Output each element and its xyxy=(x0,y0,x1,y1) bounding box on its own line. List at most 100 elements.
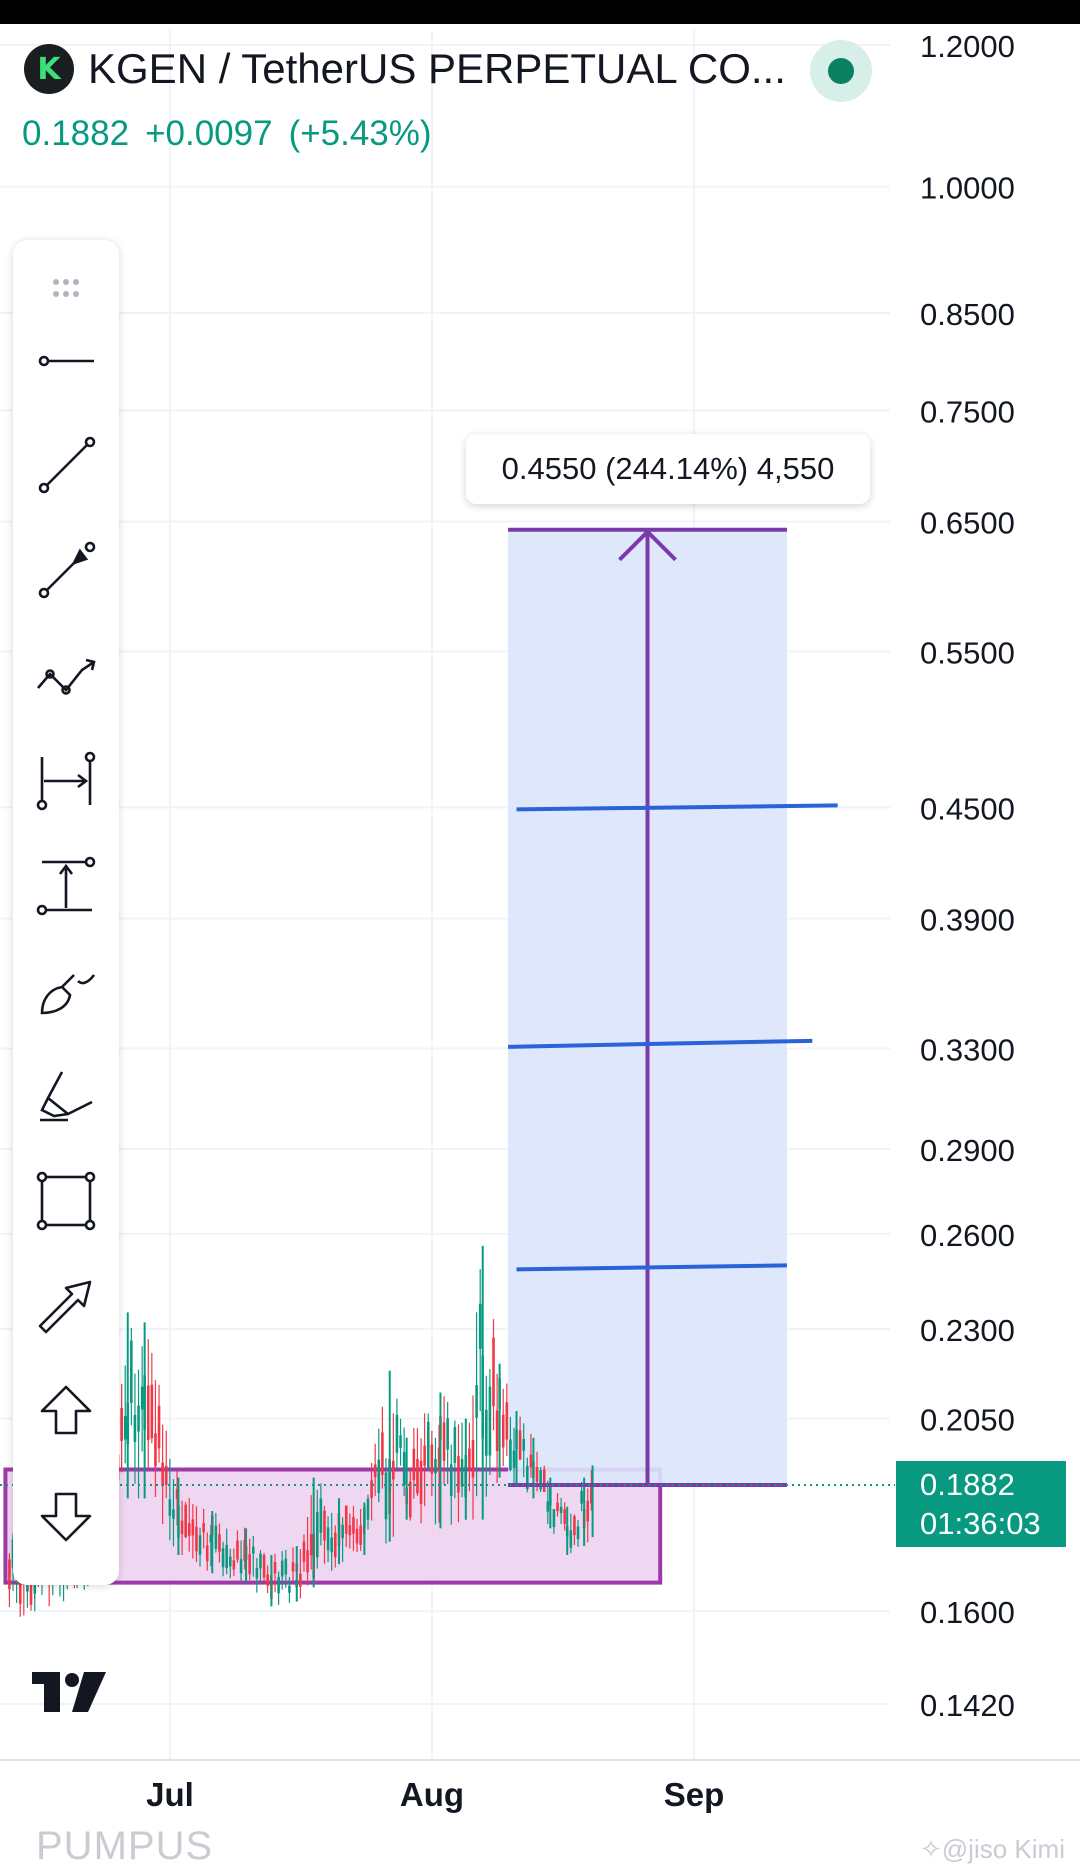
candle-body xyxy=(542,1469,546,1492)
candle-body xyxy=(306,1550,309,1573)
candle-body xyxy=(221,1548,225,1568)
candle-body xyxy=(366,1498,370,1520)
candle-body xyxy=(120,1408,123,1441)
y-axis-label: 0.5500 xyxy=(920,635,1015,670)
candle-body xyxy=(384,1472,388,1520)
candle-body xyxy=(485,1409,488,1456)
candle-body xyxy=(556,1502,559,1512)
drag-handle-icon[interactable] xyxy=(28,254,104,330)
candle-body xyxy=(392,1460,395,1480)
candle-body xyxy=(488,1386,492,1456)
y-axis-label: 0.4500 xyxy=(920,791,1015,826)
candle-body xyxy=(546,1501,550,1512)
credit-text: ✧@jiso Kimi xyxy=(920,1834,1065,1864)
price-range-icon[interactable] xyxy=(28,848,104,924)
candle-body xyxy=(154,1433,157,1467)
highlighter-icon[interactable] xyxy=(28,1058,104,1134)
y-axis-label: 0.3900 xyxy=(920,903,1015,938)
candle-body xyxy=(323,1510,326,1541)
trend-line-icon[interactable] xyxy=(28,428,104,504)
candle-body xyxy=(130,1340,133,1403)
candle-body xyxy=(236,1540,239,1560)
measure-label: 0.4550 (244.14%) 4,550 xyxy=(466,434,870,504)
candle-body xyxy=(8,1559,11,1590)
candle-body xyxy=(168,1499,172,1516)
price-change-percent: (+5.43%) xyxy=(288,114,432,153)
candle-body xyxy=(228,1556,232,1567)
candle-body xyxy=(137,1405,140,1432)
candle-body xyxy=(146,1385,150,1441)
candle-body xyxy=(202,1523,205,1533)
y-axis-label: 0.1600 xyxy=(920,1595,1015,1630)
market-open-icon xyxy=(828,58,854,84)
candle-body xyxy=(123,1416,127,1440)
y-axis-label: 0.3300 xyxy=(920,1033,1015,1068)
candle-body xyxy=(284,1558,288,1575)
candle-body xyxy=(377,1459,381,1494)
symbol-header[interactable]: K KGEN / TetherUS PERPETUAL CO... xyxy=(24,44,786,94)
candle-body xyxy=(402,1451,406,1486)
candle-body xyxy=(509,1439,512,1470)
arrow-icon[interactable] xyxy=(28,1268,104,1344)
market-status-indicator[interactable] xyxy=(810,40,872,102)
candle-body xyxy=(399,1435,402,1448)
candle-body xyxy=(214,1525,218,1549)
candle-body xyxy=(341,1524,344,1539)
path-icon[interactable] xyxy=(28,638,104,714)
candle-body xyxy=(535,1466,539,1482)
arrow-line-icon[interactable] xyxy=(28,533,104,609)
candle-body xyxy=(501,1414,505,1448)
candle-body xyxy=(225,1544,228,1568)
candle-body xyxy=(299,1573,302,1587)
y-axis-label: 0.8500 xyxy=(920,297,1015,332)
candle-body xyxy=(172,1509,175,1519)
candle-body xyxy=(495,1410,499,1451)
candle-body xyxy=(573,1516,576,1536)
candle-body xyxy=(359,1525,362,1545)
badge-countdown: 01:36:03 xyxy=(920,1506,1041,1541)
candle-body xyxy=(319,1498,323,1533)
candle-body xyxy=(326,1527,330,1551)
candle-body xyxy=(291,1562,295,1572)
candle-body xyxy=(478,1303,482,1349)
candle-body xyxy=(475,1384,478,1418)
candle-body xyxy=(161,1462,164,1487)
date-range-icon[interactable] xyxy=(28,743,104,819)
candle-body xyxy=(412,1448,416,1481)
candle-body xyxy=(180,1520,184,1535)
y-axis-label: 0.6500 xyxy=(920,506,1015,541)
candle-body xyxy=(348,1525,352,1536)
quote-line: 0.1882 +0.0097 (+5.43%) xyxy=(22,114,448,154)
candle-body xyxy=(416,1459,419,1494)
candle-body xyxy=(262,1555,266,1578)
brush-icon[interactable] xyxy=(28,953,104,1029)
candle-body xyxy=(133,1414,137,1443)
candle-body xyxy=(259,1553,262,1569)
y-axis-label: 0.2600 xyxy=(920,1218,1015,1253)
candle-body xyxy=(273,1562,277,1574)
horizontal-ray-icon[interactable] xyxy=(28,323,104,399)
symbol-title[interactable]: KGEN / TetherUS PERPETUAL CO... xyxy=(88,45,786,93)
candle-body xyxy=(563,1509,567,1524)
candle-body xyxy=(453,1426,457,1463)
arrow-mark-down-icon[interactable] xyxy=(28,1478,104,1554)
rectangle-icon[interactable] xyxy=(28,1163,104,1239)
candle-body xyxy=(395,1414,399,1453)
last-price-badge: 0.1882 01:36:03 xyxy=(896,1461,1066,1547)
candle-body xyxy=(457,1455,460,1493)
candle-body xyxy=(157,1405,161,1449)
candle-body xyxy=(460,1459,464,1487)
price-chart[interactable]: 0.1420 0.1600 0.2050 0.2300 0.2600 0.2900 0.33… xyxy=(0,0,1080,1870)
tradingview-logo[interactable] xyxy=(32,1672,122,1717)
candle-body xyxy=(184,1504,187,1538)
candle-body xyxy=(140,1386,144,1410)
candle-body xyxy=(255,1567,259,1579)
candle-body xyxy=(251,1546,255,1554)
candle-body xyxy=(218,1534,221,1552)
candle-body xyxy=(449,1464,453,1496)
arrow-mark-up-icon[interactable] xyxy=(28,1373,104,1449)
candle-body xyxy=(373,1464,377,1478)
candle-body xyxy=(266,1574,269,1586)
price-change: +0.0097 xyxy=(145,114,273,153)
candle-body xyxy=(232,1560,236,1570)
